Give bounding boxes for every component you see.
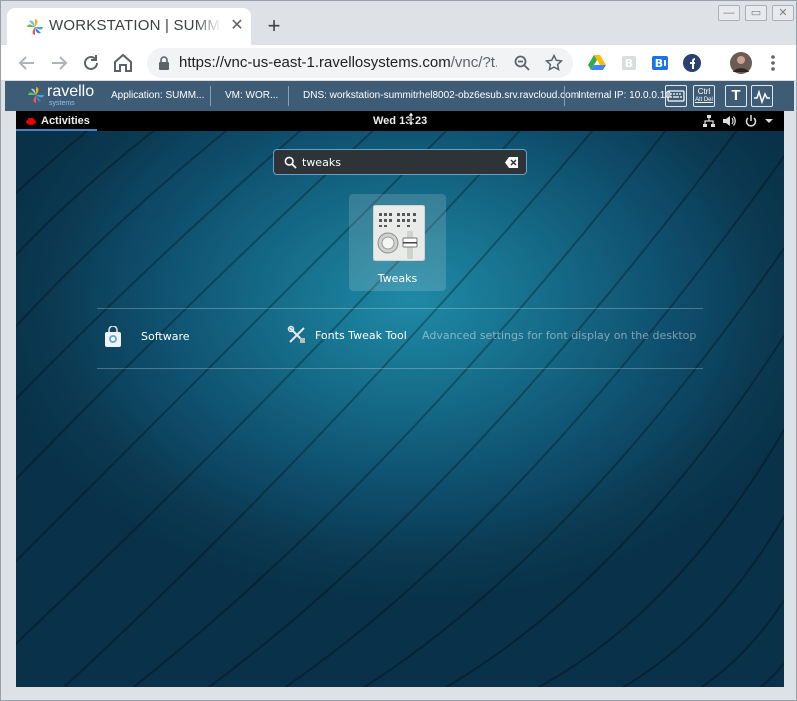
search-input[interactable] (302, 153, 492, 171)
browser-toolbar: https://vnc-us-east-1.ravellosystems.com… (1, 45, 796, 81)
keyboard-button[interactable] (665, 85, 687, 107)
close-window-button[interactable]: ✕ (772, 5, 794, 21)
browser-window: WORKSTATION | SUMMIT ✕ + — ▭ ✕ https://v… (0, 0, 797, 701)
activity-monitor-icon[interactable] (751, 85, 773, 107)
redhat-icon (26, 118, 36, 125)
vm-info: VM: WOR... (225, 90, 279, 101)
text-input-button[interactable]: T (725, 85, 747, 107)
back-arrow-icon[interactable] (15, 51, 39, 75)
power-icon[interactable] (744, 114, 758, 128)
tab-strip: WORKSTATION | SUMMIT ✕ + — ▭ ✕ (1, 1, 796, 45)
google-drive-icon[interactable] (587, 53, 607, 73)
address-bar[interactable]: https://vnc-us-east-1.ravellosystems.com… (147, 48, 573, 78)
chevron-down-icon[interactable] (763, 114, 777, 128)
tools-icon[interactable] (287, 325, 307, 345)
fedora-icon[interactable] (682, 53, 702, 73)
ravello-wordmark: ravello (47, 83, 95, 100)
ctrl-alt-del-button[interactable]: Ctrl Alt Del (693, 85, 715, 107)
ravello-systems-text: systems (49, 100, 75, 107)
mouse-cursor-icon (406, 111, 416, 127)
tweaks-mixer-icon (372, 204, 426, 262)
results-divider-top (97, 308, 703, 309)
bookmark-star-icon[interactable] (544, 53, 564, 72)
volume-icon[interactable] (722, 114, 736, 128)
divider (210, 86, 211, 106)
b-blue-extension-icon[interactable]: B (650, 53, 670, 73)
app-result-tweaks[interactable]: Tweaks (349, 194, 446, 291)
dns-info: DNS: workstation-summitrhel8002-obz6esub… (303, 90, 580, 101)
minimize-button[interactable]: — (718, 5, 740, 21)
provider-fonts-tweak-description: Advanced settings for font display on th… (422, 329, 697, 342)
maximize-button[interactable]: ▭ (745, 5, 767, 21)
software-bag-icon[interactable] (102, 325, 124, 348)
lock-icon[interactable] (157, 56, 171, 70)
ravello-pinwheel-icon (26, 18, 44, 36)
new-tab-button[interactable]: + (263, 15, 285, 37)
url-text[interactable]: https://vnc-us-east-1.ravellosystems.com… (179, 54, 497, 71)
app-result-label: Tweaks (377, 272, 418, 285)
results-divider-bottom (97, 368, 703, 369)
activities-button[interactable]: Activities (26, 111, 90, 131)
internal-ip-info: Internal IP: 10.0.0.10 (578, 90, 671, 101)
forward-arrow-icon[interactable] (47, 51, 71, 75)
provider-fonts-tweak-label[interactable]: Fonts Tweak Tool (315, 329, 407, 342)
activities-indicator (16, 129, 97, 131)
reload-icon[interactable] (79, 51, 103, 75)
zoom-icon[interactable] (513, 54, 531, 72)
clock[interactable]: Wed 13:23 (373, 111, 427, 131)
close-tab-icon[interactable]: ✕ (229, 18, 245, 34)
divider (564, 86, 565, 106)
provider-software-label[interactable]: Software (141, 330, 190, 343)
menu-kebab-icon[interactable] (763, 53, 783, 73)
svg-text:B: B (655, 57, 663, 70)
tab-title: WORKSTATION | SUMMIT (49, 17, 221, 34)
search-box[interactable] (273, 149, 527, 175)
svg-text:B: B (625, 57, 633, 70)
profile-avatar[interactable] (730, 52, 752, 74)
search-icon (284, 156, 297, 169)
network-icon[interactable] (702, 114, 716, 128)
gnome-top-bar: Activities Wed 13:23 (16, 111, 784, 131)
application-info: Application: SUMM... (111, 90, 205, 101)
browser-tab[interactable]: WORKSTATION | SUMMIT ✕ (7, 8, 251, 45)
ravello-console-bar: ravello systems Application: SUMM... VM:… (5, 81, 794, 111)
divider (288, 86, 289, 106)
home-icon[interactable] (111, 51, 135, 75)
clear-search-icon[interactable] (505, 156, 519, 169)
b-extension-icon[interactable]: B (619, 53, 639, 73)
gnome-desktop: Activities Wed 13:23 tweaks Tweaks Softw… (16, 111, 784, 687)
